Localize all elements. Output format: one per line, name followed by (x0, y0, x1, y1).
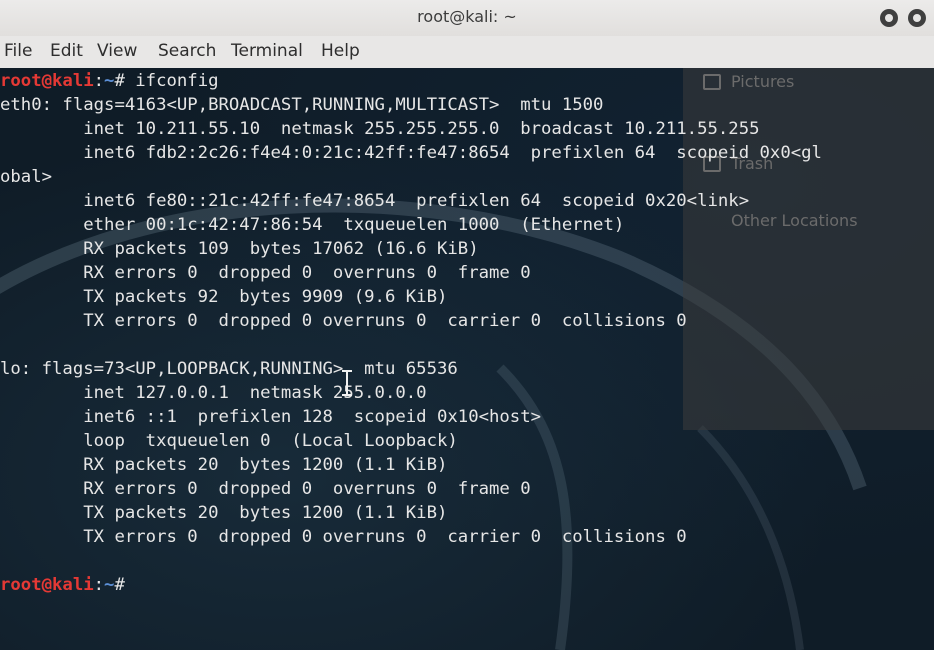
output-line: TX packets 20 bytes 1200 (1.1 KiB) (0, 503, 448, 523)
prompt-line: root@kali:~# ifconfig (0, 71, 219, 91)
prompt-user: root@kali (0, 575, 94, 595)
output-line: inet 10.211.55.10 netmask 255.255.255.0 … (0, 119, 760, 139)
prompt-user: root@kali (0, 71, 94, 91)
minimize-button[interactable] (880, 9, 898, 27)
output-line: inet6 ::1 prefixlen 128 scopeid 0x10<hos… (0, 407, 542, 427)
terminal-area[interactable]: Pictures Trash Other Locations root@kali… (0, 68, 934, 650)
output-line: inet 127.0.0.1 netmask 255.0.0.0 (0, 383, 427, 403)
menu-view[interactable]: View (97, 41, 137, 61)
window-title: root@kali: ~ (417, 7, 517, 26)
output-line: eth0: flags=4163<UP,BROADCAST,RUNNING,MU… (0, 95, 604, 115)
close-button[interactable] (908, 9, 926, 27)
output-line: ether 00:1c:42:47:86:54 txqueuelen 1000 … (0, 215, 625, 235)
sidebar-item-other-locations: Other Locations (731, 211, 858, 230)
menu-search[interactable]: Search (158, 41, 216, 61)
menu-terminal[interactable]: Terminal (231, 41, 303, 61)
sidebar-item-pictures: Pictures (731, 72, 795, 91)
menu-bar: File Edit View Search Terminal Help (0, 36, 934, 69)
output-line: RX packets 20 bytes 1200 (1.1 KiB) (0, 455, 448, 475)
menu-edit[interactable]: Edit (50, 41, 83, 61)
output-line: inet6 fe80::21c:42ff:fe47:8654 prefixlen… (0, 191, 750, 211)
output-line: obal> (0, 167, 53, 187)
output-line: TX errors 0 dropped 0 overruns 0 carrier… (0, 527, 687, 547)
prompt-path: ~ (104, 71, 115, 91)
title-bar: root@kali: ~ (0, 0, 934, 37)
output-line: inet6 fdb2:2c26:f4e4:0:21c:42ff:fe47:865… (0, 143, 822, 163)
output-line: RX errors 0 dropped 0 overruns 0 frame 0 (0, 263, 531, 283)
command-text: ifconfig (124, 71, 219, 91)
text-cursor-icon (342, 370, 352, 396)
output-line: lo: flags=73<UP,LOOPBACK,RUNNING> mtu 65… (0, 359, 458, 379)
output-line: TX packets 92 bytes 9909 (9.6 KiB) (0, 287, 448, 307)
prompt-line-current[interactable]: root@kali:~# (0, 573, 125, 597)
prompt-path: ~ (104, 575, 115, 595)
output-line: loop txqueuelen 0 (Local Loopback) (0, 431, 458, 451)
menu-help[interactable]: Help (321, 41, 360, 61)
output-line: TX errors 0 dropped 0 overruns 0 carrier… (0, 311, 687, 331)
menu-file[interactable]: File (4, 41, 32, 61)
output-line: RX errors 0 dropped 0 overruns 0 frame 0 (0, 479, 531, 499)
folder-icon (703, 74, 721, 90)
output-line: RX packets 109 bytes 17062 (16.6 KiB) (0, 239, 479, 259)
